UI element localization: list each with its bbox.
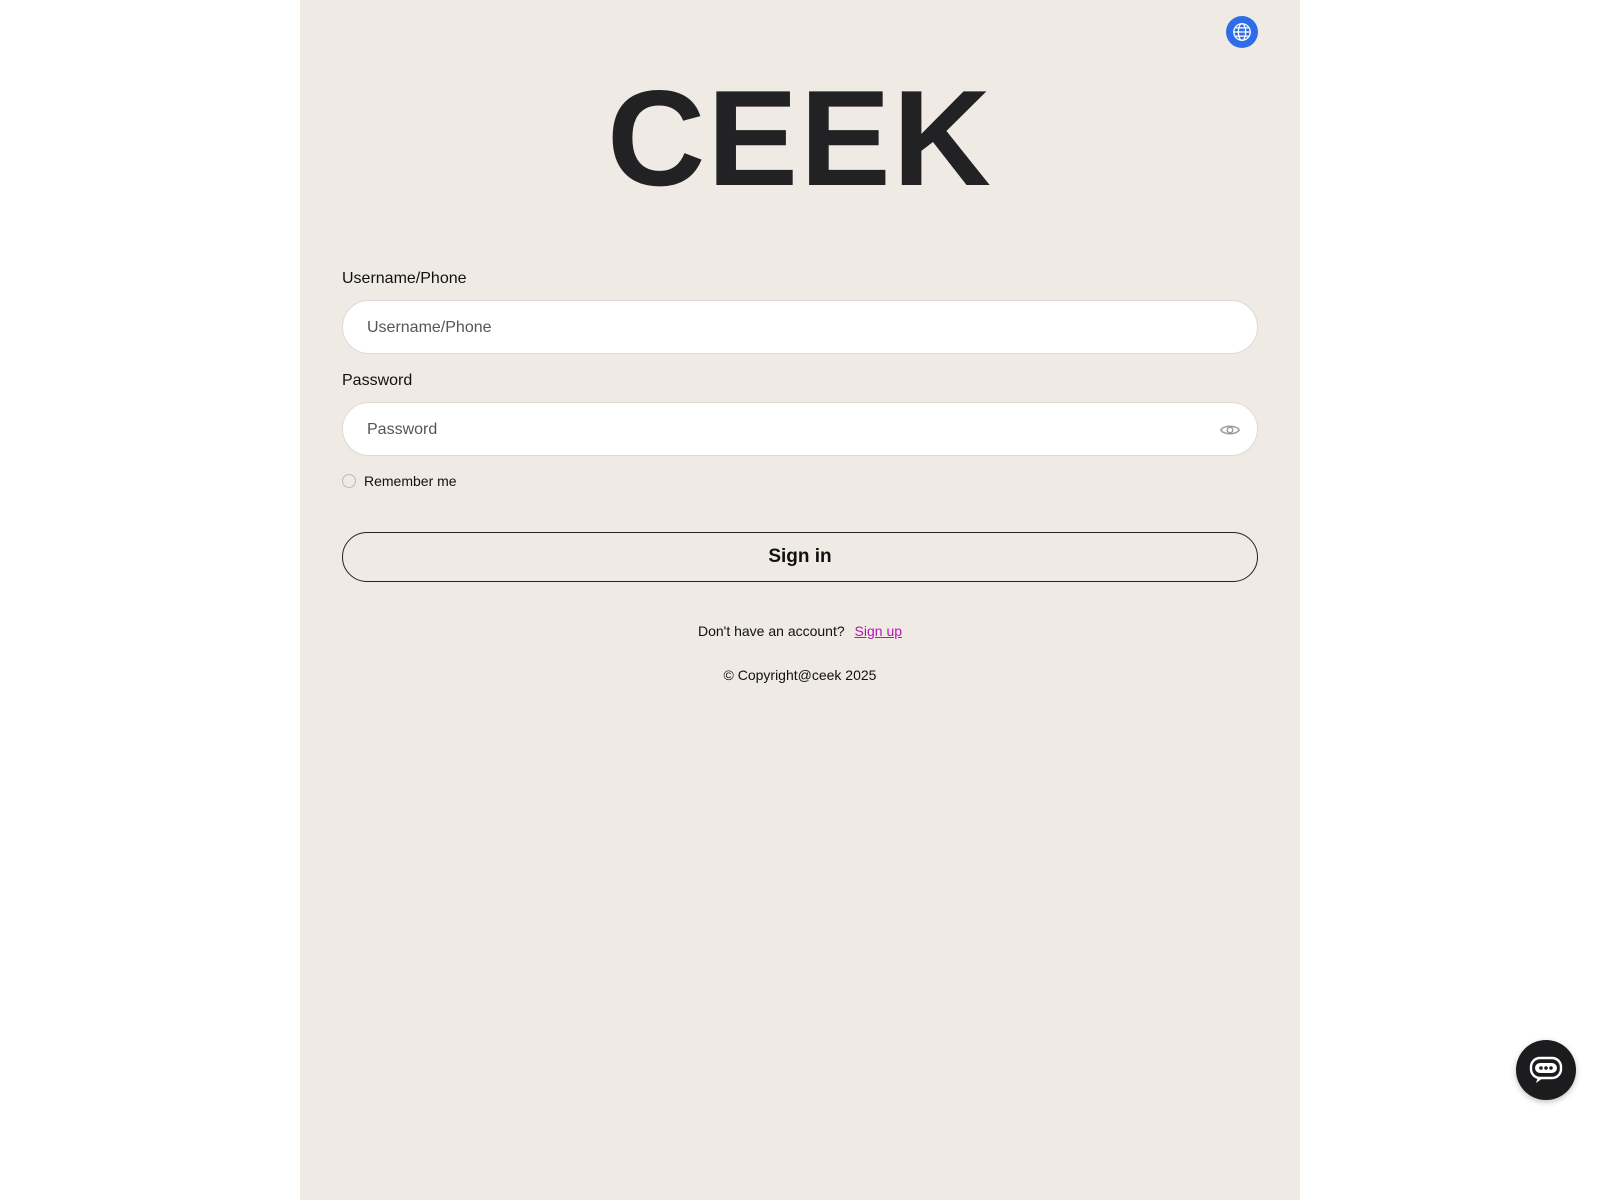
sign-up-link[interactable]: Sign up: [855, 623, 902, 639]
copyright-text: © Copyright@ceek 2025: [723, 667, 877, 683]
signup-row: Don't have an account? Sign up: [300, 623, 1300, 639]
sign-in-button[interactable]: Sign in: [342, 532, 1258, 582]
signup-prompt: Don't have an account?: [697, 623, 845, 639]
globe-icon: [1233, 23, 1251, 41]
username-label: Username/Phone: [342, 270, 467, 287]
password-label: Password: [342, 372, 413, 389]
password-field-wrapper: [342, 402, 1258, 457]
username-field-wrapper: [342, 300, 1258, 355]
chat-bot-icon: [1529, 1056, 1563, 1083]
brand-logo: CEEK: [607, 62, 993, 214]
remember-me-row: Remember me: [342, 473, 457, 489]
chat-support-button[interactable]: [1516, 1040, 1576, 1100]
login-panel: CEEK Username/Phone Password Remember me…: [300, 0, 1300, 1200]
eye-icon[interactable]: [1219, 419, 1241, 441]
username-input[interactable]: [365, 301, 1209, 355]
remember-me-radio[interactable]: [342, 474, 356, 488]
remember-me-label: Remember me: [364, 473, 457, 489]
language-switch-button[interactable]: [1226, 16, 1258, 48]
password-input[interactable]: [365, 403, 1209, 457]
